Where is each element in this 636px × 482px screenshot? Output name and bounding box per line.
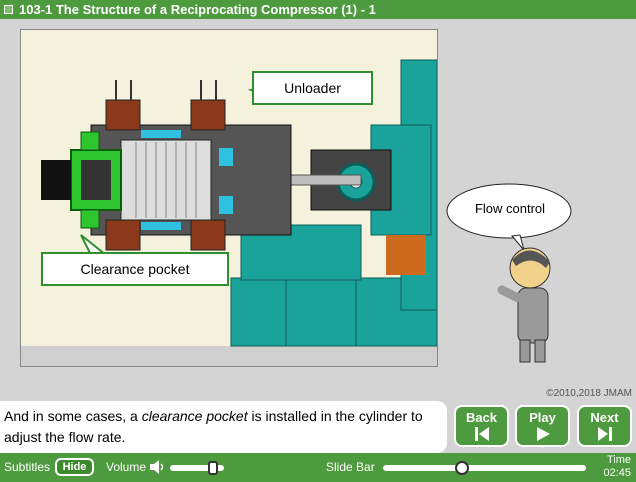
lesson-title: 103-1 The Structure of a Reciprocating C… bbox=[19, 2, 376, 17]
volume-label: Volume bbox=[106, 460, 147, 474]
callout-unloader: Unloader bbox=[252, 71, 373, 105]
next-button[interactable]: Next bbox=[577, 405, 632, 447]
title-bar: 103-1 The Structure of a Reciprocating C… bbox=[0, 0, 636, 19]
control-bar: Subtitles Hide Volume Slide Bar Time 02:… bbox=[0, 453, 636, 482]
diagram-stage: Unloader Clearance pocket bbox=[20, 29, 438, 367]
callout-clearance-pocket: Clearance pocket bbox=[41, 252, 229, 286]
volume-slider-knob[interactable] bbox=[208, 461, 219, 475]
slide-bar-track[interactable] bbox=[383, 465, 586, 471]
back-button[interactable]: Back bbox=[454, 405, 509, 447]
time-label: Time bbox=[606, 454, 631, 466]
subtitle-text: And in some cases, a clearance pocket is… bbox=[4, 408, 423, 445]
subtitles-label: Subtitles bbox=[4, 460, 51, 474]
subtitle-emphasis: clearance pocket bbox=[141, 408, 248, 424]
play-icon bbox=[536, 427, 550, 441]
skip-next-icon bbox=[597, 427, 612, 441]
slide-bar-knob[interactable] bbox=[455, 461, 470, 475]
time-display: Time 02:45 bbox=[603, 454, 631, 480]
speaker-icon[interactable] bbox=[149, 459, 167, 475]
menu-square-icon[interactable] bbox=[4, 5, 13, 14]
speech-bubble-text: Flow control bbox=[474, 201, 546, 216]
subtitle-panel: And in some cases, a clearance pocket is… bbox=[0, 401, 447, 453]
hide-subtitles-button[interactable]: Hide bbox=[55, 458, 94, 476]
time-value: 02:45 bbox=[603, 467, 631, 479]
play-button[interactable]: Play bbox=[515, 405, 570, 447]
skip-back-icon bbox=[474, 427, 489, 441]
copyright-notice: ©2010,2018 JMAM bbox=[546, 388, 632, 399]
compressor-diagram bbox=[21, 30, 437, 366]
slide-bar-label: Slide Bar bbox=[326, 460, 375, 474]
